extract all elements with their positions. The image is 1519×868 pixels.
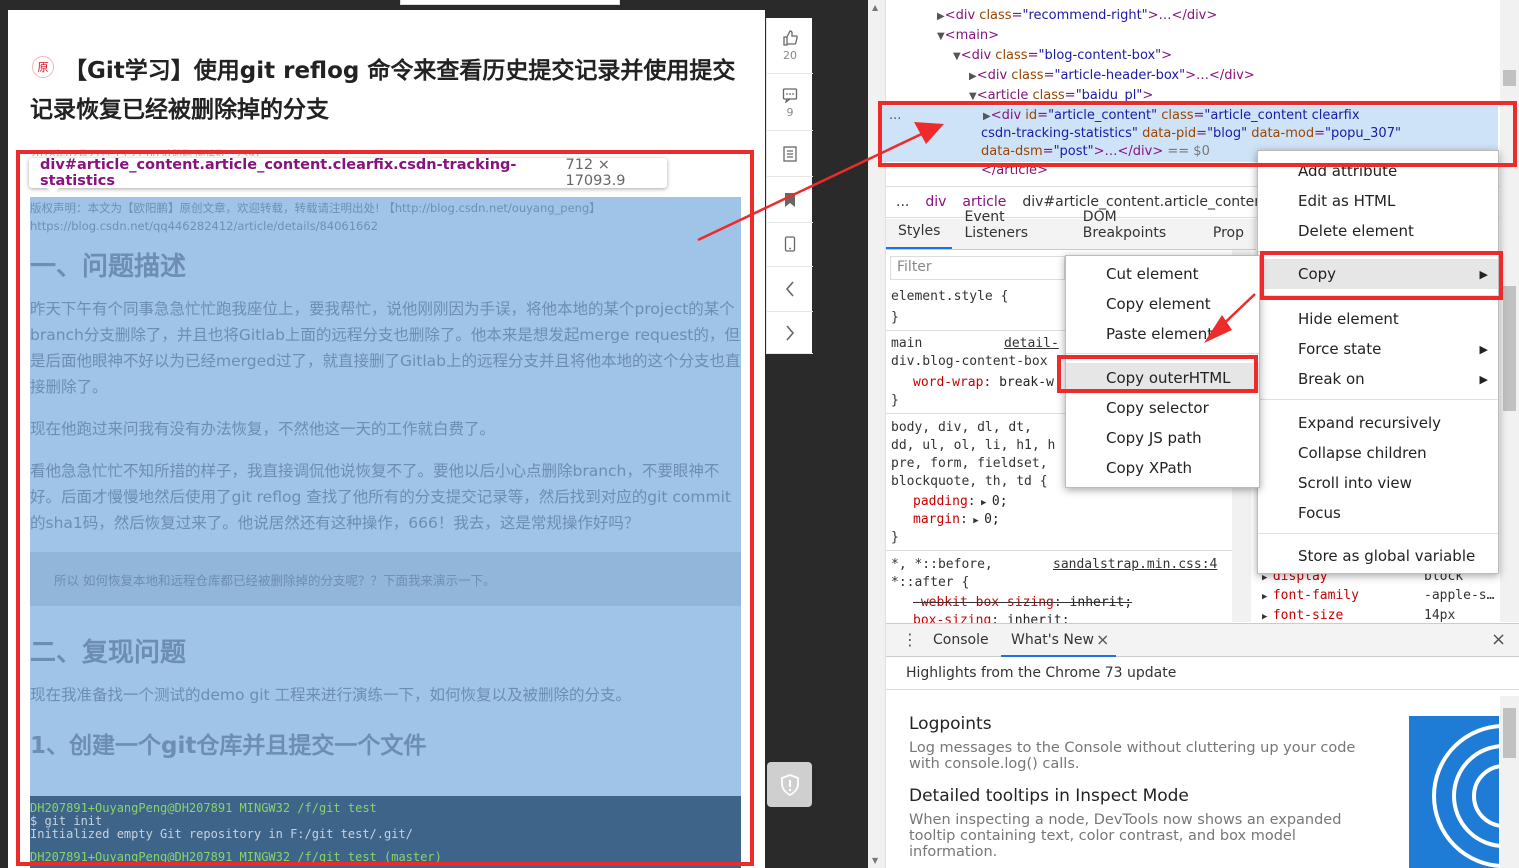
annotation-arrows — [697, 122, 1256, 343]
